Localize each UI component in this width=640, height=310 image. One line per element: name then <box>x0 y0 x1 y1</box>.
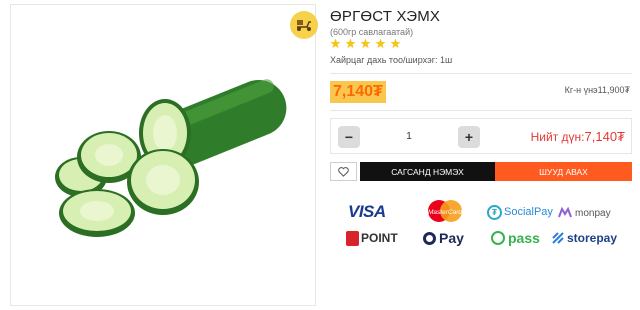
mastercard-logo: MasterCard <box>426 199 464 223</box>
monpay-icon <box>558 207 572 218</box>
star-icon[interactable] <box>390 38 401 49</box>
unit-price: Кг-н үнэ11,900₮ <box>564 85 630 95</box>
socialpay-label: SocialPay <box>504 206 553 218</box>
point-label: POINT <box>361 231 398 245</box>
product-subtitle: (600гр савлагаатай) <box>330 27 414 37</box>
quantity-input[interactable]: 1 <box>367 128 451 146</box>
star-icon[interactable] <box>375 38 386 49</box>
monpay-logo: monpay <box>558 203 611 223</box>
pack-info: Хайрцаг дахь тоо/ширхэг: 1ш <box>330 55 453 65</box>
star-icon[interactable] <box>360 38 371 49</box>
product-image-panel <box>10 4 318 306</box>
socialpay-icon: ₮ <box>487 204 502 220</box>
mastercard-label: MasterCard <box>428 209 462 216</box>
rating-stars[interactable] <box>330 38 401 49</box>
storepay-icon <box>552 232 564 244</box>
product-price: 7,140₮ <box>330 81 386 103</box>
divider <box>330 110 632 111</box>
star-icon[interactable] <box>345 38 356 49</box>
pass-icon <box>491 231 505 245</box>
qpay-logo: Pay <box>423 228 464 248</box>
storepay-logo: storepay <box>552 228 617 248</box>
pass-label: pass <box>508 230 540 246</box>
point-logo: POINT <box>346 228 398 248</box>
pass-logo: pass <box>491 228 540 248</box>
point-icon <box>346 230 359 246</box>
socialpay-logo: ₮ SocialPay <box>487 202 553 222</box>
monpay-label: monpay <box>575 207 611 219</box>
total-price: Нийт дүн:7,140₮ <box>531 129 625 144</box>
quantity-stepper: − 1 + Нийт дүн:7,140₮ <box>330 118 632 154</box>
quantity-decrease-button[interactable]: − <box>338 126 360 148</box>
quantity-increase-button[interactable]: + <box>458 126 480 148</box>
star-icon[interactable] <box>330 38 341 49</box>
storepay-label: storepay <box>567 231 618 245</box>
action-row: САГСАНД НЭМЭХ ШУУД АВАХ <box>330 162 632 181</box>
cucumber-image <box>55 79 287 237</box>
total-label: Нийт дүн: <box>530 130 585 144</box>
divider <box>330 73 632 74</box>
qpay-label: Pay <box>439 230 464 246</box>
wishlist-button[interactable] <box>330 162 357 181</box>
delivery-scooter-icon <box>290 11 318 39</box>
qpay-icon <box>423 231 436 245</box>
total-value: 7,140₮ <box>584 129 625 144</box>
visa-logo: VISA <box>348 202 386 221</box>
add-to-cart-button[interactable]: САГСАНД НЭМЭХ <box>360 162 495 181</box>
buy-now-button[interactable]: ШУУД АВАХ <box>495 162 632 181</box>
product-title: ӨРГӨСТ ХЭМХ <box>330 8 441 25</box>
heart-icon <box>338 166 349 177</box>
